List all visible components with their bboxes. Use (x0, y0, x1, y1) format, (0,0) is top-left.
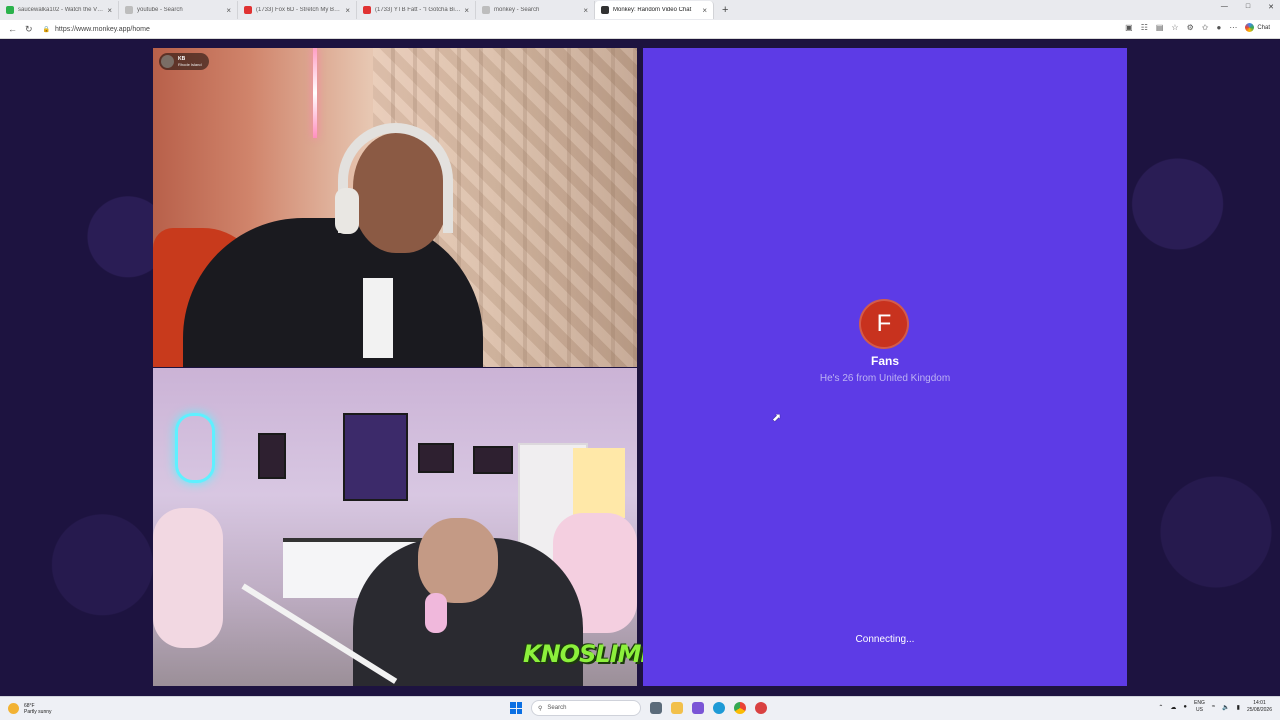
streamer-head (418, 518, 498, 603)
microphone-icon[interactable]: ● (1183, 704, 1187, 710)
tab-close-icon[interactable]: × (226, 6, 231, 15)
tab-favicon-icon (6, 6, 14, 14)
chat-button[interactable]: Chat (1245, 23, 1270, 32)
system-tray: ⌃ ☁ ● ENG US ≈ 🔈 ▮ 14:01 25/08/2026 (1158, 700, 1272, 714)
tab-favicon-icon (125, 6, 133, 14)
taskbar-search[interactable]: ⚲ Search (531, 700, 641, 716)
edge-icon[interactable] (713, 702, 725, 714)
tab-favicon-icon (363, 6, 371, 14)
reload-icon[interactable]: ↻ (25, 24, 33, 35)
browser-tab[interactable]: youtube - Search × (119, 1, 238, 19)
headphone-cup (335, 188, 359, 234)
clock[interactable]: 14:01 25/08/2026 (1247, 700, 1272, 714)
user-avatar (161, 55, 174, 68)
browser-tab[interactable]: (1733) Fox 6D - Stretch My Back × (238, 1, 357, 19)
lock-icon: 🔒 (42, 26, 51, 33)
language-indicator[interactable]: ENG US (1194, 700, 1205, 714)
close-window-icon[interactable]: ✕ (1268, 3, 1274, 11)
tab-title: (1733) YTB Fatt - "I Gotcha Bitch" (375, 7, 462, 13)
windows-start-icon[interactable] (510, 702, 522, 714)
tab-title: (1733) Fox 6D - Stretch My Back (256, 7, 343, 13)
browser-tab[interactable]: saucewalka102 - Watch the VOD × (0, 1, 119, 19)
match-name: Fans (870, 354, 899, 368)
tab-close-icon[interactable]: × (702, 6, 707, 15)
gaming-chair-left (153, 508, 223, 648)
match-subtitle: He's 26 from United Kingdom (819, 373, 951, 384)
tab-title: saucewalka102 - Watch the VOD (18, 7, 105, 13)
tab-close-icon[interactable]: × (464, 6, 469, 15)
browser-toolbar: ▣ ☷ ▤ ☆ ⚙ ✩ ● ⋯ Chat (1125, 23, 1270, 32)
battery-icon[interactable]: ▮ (1237, 704, 1240, 711)
tab-list: saucewalka102 - Watch the VOD × youtube - … (0, 1, 714, 19)
match-avatar: F (859, 299, 909, 349)
mouse-cursor-icon: ⬈ (772, 412, 782, 424)
address-bar: ← ↻ 🔒 https://www.monkey.app/home ▣ ☷ ▤ … (0, 20, 1280, 39)
back-arrow-icon[interactable]: ← (8, 24, 17, 34)
url-text: https://www.monkey.app/home (55, 25, 150, 33)
favorite-star-icon[interactable]: ☆ (1171, 23, 1178, 32)
reader-icon[interactable]: ☷ (1141, 23, 1148, 32)
more-menu-icon[interactable]: ⋯ (1229, 23, 1237, 32)
browser-tab[interactable]: monkey - Search × (476, 1, 595, 19)
teams-icon[interactable] (692, 702, 704, 714)
microphone (425, 593, 447, 633)
neon-light (313, 48, 317, 138)
person-shirt (363, 278, 393, 358)
tab-title: monkey - Search (494, 7, 540, 13)
wifi-icon[interactable]: ≈ (1212, 704, 1215, 710)
tab-close-icon[interactable]: × (345, 6, 350, 15)
copilot-icon (1245, 23, 1255, 32)
task-view-icon[interactable] (650, 702, 662, 714)
tab-favicon-icon (482, 6, 490, 14)
search-icon: ⚲ (538, 705, 543, 712)
settings-gear-icon[interactable]: ⚙ (1187, 23, 1194, 32)
camera-icon[interactable]: ▣ (1125, 23, 1133, 32)
window (573, 448, 625, 518)
search-placeholder: Search (547, 705, 567, 711)
network-icon[interactable]: ☁ (1170, 704, 1176, 711)
sun-icon (8, 703, 19, 714)
browser-tab[interactable]: Monkey: Random Video Chat × (595, 1, 714, 19)
poster (258, 433, 286, 479)
user-location: Rhode Island (178, 62, 202, 67)
connection-status: Connecting... (855, 634, 915, 645)
tab-title: youtube - Search (137, 7, 183, 13)
collections-icon[interactable]: ✩ (1202, 23, 1209, 32)
poster (343, 413, 408, 501)
match-panel: F Fans He's 26 from United Kingdom Conne… (643, 48, 1127, 686)
weather-widget[interactable]: 68°F Partly sunny (8, 703, 52, 715)
taskbar-apps: ⚲ Search (510, 700, 767, 716)
profile-avatar[interactable]: ● (1216, 23, 1221, 32)
browser-tab[interactable]: (1733) YTB Fatt - "I Gotcha Bitch" × (357, 1, 476, 19)
chevron-up-icon[interactable]: ⌃ (1158, 704, 1163, 711)
window-controls: — □ ✕ (1221, 3, 1274, 11)
weather-desc: Partly sunny (24, 708, 52, 715)
browser-tab-strip: saucewalka102 - Watch the VOD × youtube - … (0, 0, 1280, 20)
taskbar: 68°F Partly sunny ⚲ Search ⌃ ☁ ● ENG US … (0, 696, 1280, 720)
file-explorer-icon[interactable] (671, 702, 683, 714)
tab-favicon-icon (244, 6, 252, 14)
new-tab-button[interactable]: + (722, 4, 728, 16)
extensions-icon[interactable]: ▤ (1156, 23, 1164, 32)
tab-close-icon[interactable]: × (107, 6, 112, 15)
maximize-icon[interactable]: □ (1246, 3, 1250, 11)
tab-favicon-icon (601, 6, 609, 14)
tab-title: Monkey: Random Video Chat (613, 7, 692, 13)
poster (473, 446, 513, 474)
volume-icon[interactable]: 🔈 (1222, 704, 1229, 711)
chrome-icon[interactable] (734, 702, 746, 714)
self-video-feed: KB Rhode Island (153, 48, 637, 367)
minimize-icon[interactable]: — (1221, 3, 1228, 11)
streamer-video-feed (153, 368, 637, 686)
neon-sign (175, 413, 215, 483)
user-chip[interactable]: KB Rhode Island (159, 53, 209, 70)
url-field[interactable]: 🔒 https://www.monkey.app/home (43, 26, 150, 33)
poster (418, 443, 454, 473)
tab-close-icon[interactable]: × (583, 6, 588, 15)
app-icon[interactable] (755, 702, 767, 714)
